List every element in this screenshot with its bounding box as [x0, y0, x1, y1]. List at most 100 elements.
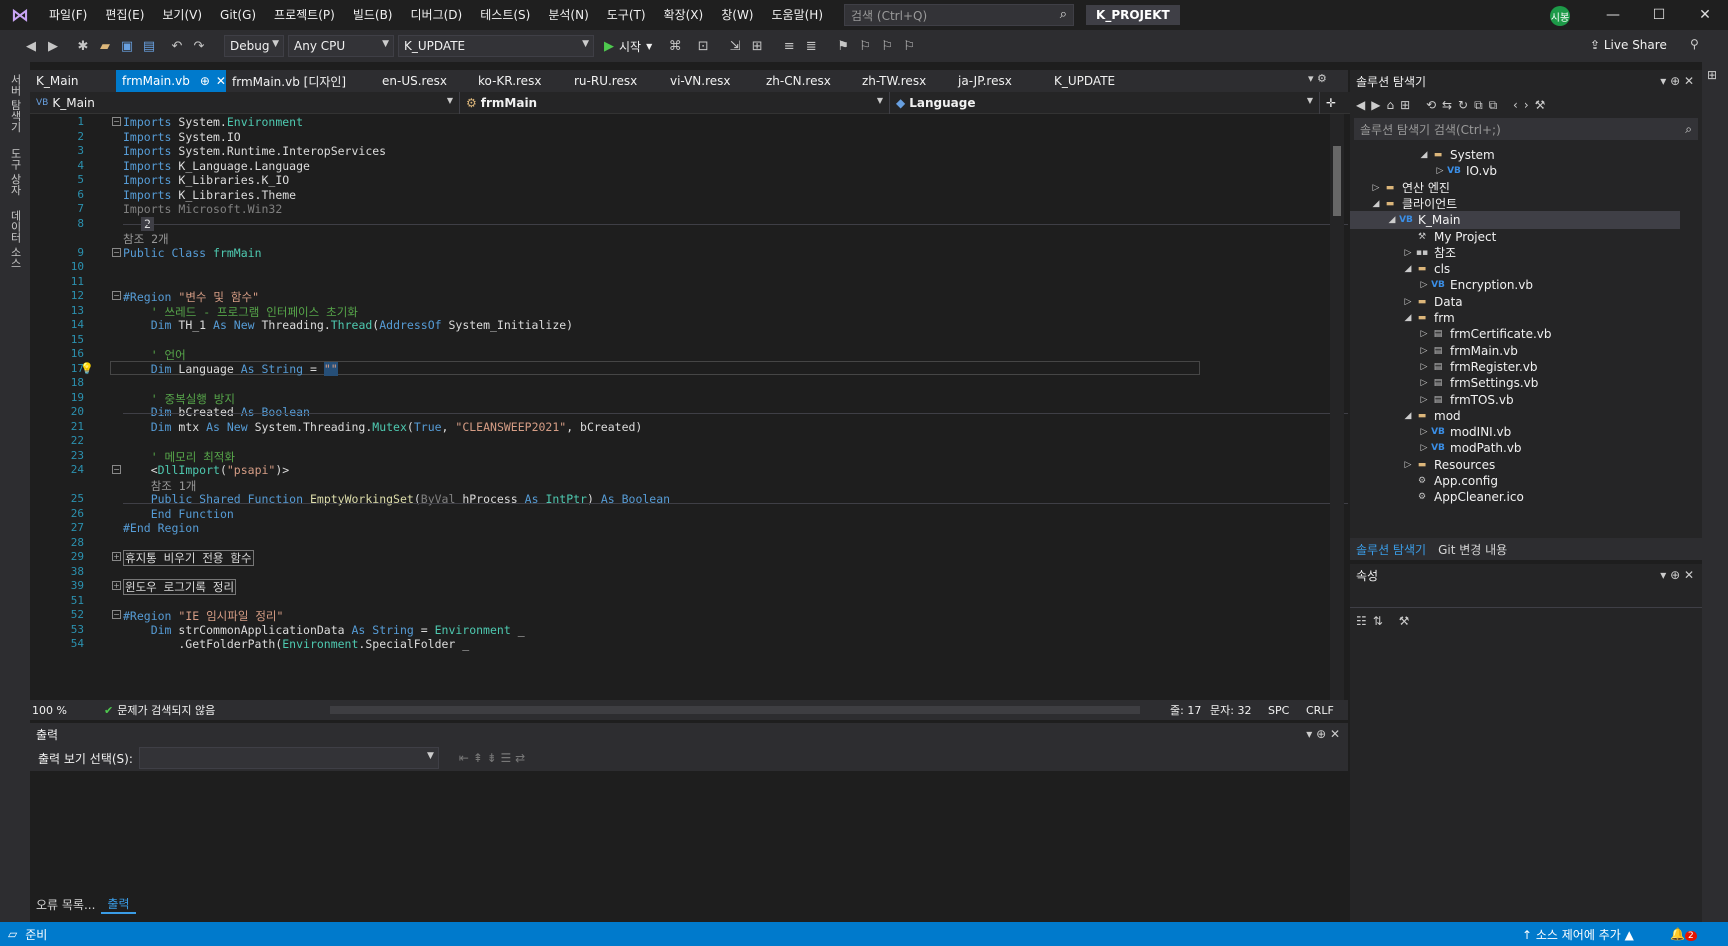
- tree-item[interactable]: ⚒ My Project: [1350, 228, 1680, 246]
- code-line[interactable]: Dim TH_1 As New Threading.Thread(Address…: [123, 318, 573, 332]
- expand-arrow-icon[interactable]: ▷: [1418, 329, 1430, 339]
- tree-item[interactable]: ▷ ▤ frmRegister.vb: [1350, 358, 1680, 376]
- tab-document[interactable]: frmMain.vb ⊕ ✕: [116, 70, 226, 92]
- save-all-icon[interactable]: ▤: [138, 35, 160, 57]
- code-line[interactable]: Dim mtx As New System.Threading.Mutex(Tr…: [123, 420, 643, 434]
- comment-icon[interactable]: ≡: [778, 35, 800, 57]
- redo-icon[interactable]: ↷: [188, 35, 210, 57]
- output-action-icons[interactable]: ⇤ ⇞ ⇟ ☰ ⇄: [459, 751, 525, 765]
- menu-item[interactable]: 디버그(D): [402, 0, 472, 30]
- bookmark-icon[interactable]: ⚑: [832, 35, 854, 57]
- tree-item[interactable]: ▷ VB IO.vb: [1350, 162, 1680, 180]
- expand-arrow-icon[interactable]: ◢: [1402, 411, 1414, 421]
- tree-item[interactable]: ▷ VB modINI.vb: [1350, 423, 1680, 441]
- scrollbar-thumb[interactable]: [1333, 146, 1341, 216]
- lightbulb-icon[interactable]: 💡: [80, 362, 94, 375]
- menu-item[interactable]: 도움말(H): [763, 0, 833, 30]
- menu-item[interactable]: 프로젝트(P): [265, 0, 344, 30]
- menu-item[interactable]: 확장(X): [655, 0, 713, 30]
- search-input[interactable]: 검색 (Ctrl+Q) ⌕: [844, 4, 1075, 26]
- fold-toggle-icon[interactable]: +: [112, 581, 121, 590]
- expand-arrow-icon[interactable]: ▷: [1402, 248, 1414, 258]
- menu-item[interactable]: 도구(T): [598, 0, 655, 30]
- project-dropdown[interactable]: VB K_Main ▼: [30, 92, 460, 114]
- fold-toggle-icon[interactable]: −: [112, 610, 121, 619]
- open-folder-icon[interactable]: ▰: [94, 35, 116, 57]
- tree-item[interactable]: ◢ ▬ frm: [1350, 309, 1680, 327]
- tree-item[interactable]: ▷ ▤ frmMain.vb: [1350, 342, 1680, 360]
- code-line[interactable]: Imports Microsoft.Win32: [123, 202, 282, 216]
- menu-item[interactable]: 보기(V): [153, 0, 211, 30]
- maximize-button[interactable]: ☐: [1636, 0, 1682, 30]
- expand-arrow-icon[interactable]: ◢: [1402, 313, 1414, 323]
- tab-document[interactable]: en-US.resx: [376, 70, 472, 92]
- expand-arrow-icon[interactable]: ▷: [1418, 427, 1430, 437]
- expand-arrow-icon[interactable]: ◢: [1418, 150, 1430, 160]
- tab-document[interactable]: ru-RU.resx: [568, 70, 664, 92]
- tree-item[interactable]: ▷ ▤ frmTOS.vb: [1350, 391, 1680, 409]
- class-dropdown[interactable]: ⚙ frmMain ▼: [460, 92, 890, 114]
- code-line[interactable]: Imports System.IO: [123, 130, 241, 144]
- server-explorer-tab[interactable]: 서버 탐색기: [7, 74, 23, 133]
- data-sources-tab[interactable]: 데이터 소스: [7, 210, 23, 269]
- tree-item[interactable]: ▷ VB modPath.vb: [1350, 439, 1680, 457]
- expand-arrow-icon[interactable]: ◢: [1370, 199, 1382, 209]
- tab-git-changes[interactable]: Git 변경 내용: [1432, 541, 1513, 558]
- tree-item[interactable]: ◢ ▬ System: [1350, 146, 1680, 164]
- uncomment-icon[interactable]: ≣: [800, 35, 822, 57]
- properties-toolbar-icons[interactable]: ☷⇅ ⚒: [1350, 608, 1702, 634]
- tab-document[interactable]: ja-JP.resx: [952, 70, 1048, 92]
- notification-bell-icon[interactable]: 🔔 2: [1670, 927, 1697, 941]
- tree-item[interactable]: ◢ ▬ cls: [1350, 260, 1680, 278]
- panel-controls-icon[interactable]: ▾ ⊕ ✕: [1660, 74, 1694, 88]
- code-line[interactable]: Dim strCommonApplicationData As String =…: [123, 623, 525, 637]
- expand-arrow-icon[interactable]: ◢: [1402, 264, 1414, 274]
- expand-arrow-icon[interactable]: ◢: [1386, 215, 1398, 225]
- code-line[interactable]: Imports System.Environment: [123, 115, 303, 129]
- tree-item[interactable]: ▷ ▤ frmSettings.vb: [1350, 374, 1680, 392]
- panel-controls-icon[interactable]: ▾ ⊕ ✕: [1306, 727, 1340, 741]
- code-line[interactable]: Dim Language As String = "": [123, 361, 338, 376]
- code-line[interactable]: .GetFolderPath(Environment.SpecialFolder…: [123, 637, 469, 651]
- line-ending[interactable]: CRLF: [1306, 704, 1334, 717]
- fold-toggle-icon[interactable]: −: [112, 291, 121, 300]
- code-line[interactable]: Imports K_Libraries.K_IO: [123, 173, 289, 187]
- layout-icon[interactable]: ⊞: [746, 35, 768, 57]
- code-line[interactable]: Imports System.Runtime.InteropServices: [123, 144, 386, 158]
- panel-controls-icon[interactable]: ▾ ⊕ ✕: [1660, 568, 1694, 582]
- menu-item[interactable]: 빌드(B): [344, 0, 402, 30]
- output-source-select[interactable]: ▼: [138, 747, 439, 769]
- toolbox-tab[interactable]: 도구 상자: [7, 148, 23, 196]
- tab-document[interactable]: K_Main: [30, 70, 116, 92]
- tab-document[interactable]: zh-TW.resx: [856, 70, 952, 92]
- zoom-level[interactable]: 100 %: [32, 704, 86, 717]
- expand-arrow-icon[interactable]: ▷: [1418, 362, 1430, 372]
- code-line[interactable]: Public Shared Function EmptyWorkingSet(B…: [123, 492, 670, 506]
- expand-arrow-icon[interactable]: ▷: [1418, 346, 1430, 356]
- expand-arrow-icon[interactable]: ▷: [1418, 378, 1430, 388]
- expand-arrow-icon[interactable]: ▷: [1370, 183, 1382, 193]
- fold-toggle-icon[interactable]: −: [112, 117, 121, 126]
- properties-object-select[interactable]: [1350, 586, 1702, 608]
- tree-item[interactable]: ◢ ▬ 클라이언트: [1350, 195, 1680, 213]
- screenshot-icon[interactable]: ⊡: [692, 35, 714, 57]
- source-control-button[interactable]: ↑ 소스 제어에 추가 ▲: [1522, 926, 1634, 943]
- tree-item[interactable]: ▷ VB Encryption.vb: [1350, 276, 1680, 294]
- minimize-button[interactable]: —: [1590, 0, 1636, 30]
- menu-item[interactable]: Git(G): [211, 0, 265, 30]
- code-editor[interactable]: 1− Imports System.Environment 2 Imports Sys…: [30, 114, 1348, 700]
- live-share-button[interactable]: ⇪ Live Share: [1590, 38, 1667, 52]
- code-line[interactable]: 휴지통 비우기 전용 함수: [123, 550, 254, 566]
- solution-toolbar-icons[interactable]: ◀▶⌂⊞ ⟲⇆↻⧉⧉ ‹›⚒: [1356, 98, 1551, 113]
- start-button[interactable]: ▶ 시작 ▼: [604, 38, 652, 55]
- tab-solution-explorer[interactable]: 솔루션 탐색기: [1350, 541, 1432, 558]
- avatar[interactable]: 시봉: [1550, 6, 1570, 26]
- tree-item[interactable]: ▷ ▪▪ 참조: [1350, 244, 1680, 262]
- expand-arrow-icon[interactable]: ▷: [1418, 443, 1430, 453]
- save-icon[interactable]: ▣: [116, 35, 138, 57]
- tab-document[interactable]: vi-VN.resx: [664, 70, 760, 92]
- new-item-icon[interactable]: ✱: [72, 35, 94, 57]
- platform-select[interactable]: Any CPU ▼: [288, 35, 394, 57]
- code-line[interactable]: 윈도우 로그기록 정리: [123, 579, 237, 595]
- tree-item[interactable]: ◢ ▬ mod: [1350, 407, 1680, 425]
